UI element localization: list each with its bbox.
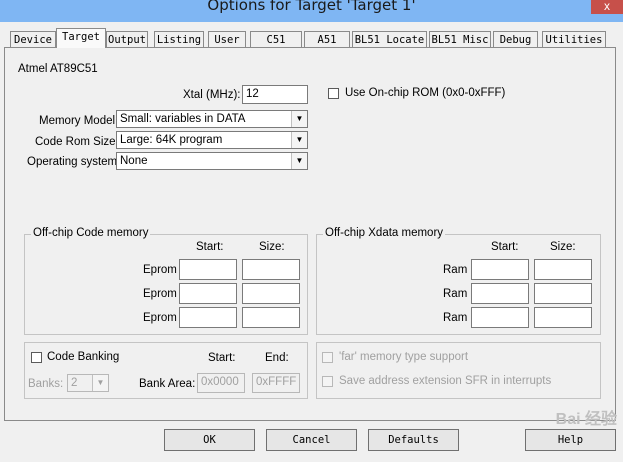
code-banking-checkbox[interactable] xyxy=(31,352,42,363)
eprom-start-2[interactable] xyxy=(179,283,237,304)
eprom-start-3[interactable] xyxy=(179,307,237,328)
baidu-watermark: Bai 经验 xyxy=(555,411,617,428)
code-memory-legend: Off-chip Code memory xyxy=(31,227,151,239)
code-size-header: Size: xyxy=(259,241,285,253)
ram-start-3[interactable] xyxy=(471,307,529,328)
memory-model-value: Small: variables in DATA xyxy=(120,113,246,125)
onchip-rom-checkbox[interactable] xyxy=(328,88,339,99)
eprom-start-1[interactable] xyxy=(179,259,237,280)
banks-select[interactable]: 2 ▼ xyxy=(67,374,109,392)
memory-model-label: Memory Model: xyxy=(39,115,119,127)
banks-value: 2 xyxy=(71,377,78,389)
help-button[interactable]: Help xyxy=(525,429,616,451)
code-rom-select[interactable]: Large: 64K program ▼ xyxy=(116,131,308,149)
eprom-label-3: Eprom xyxy=(143,312,177,324)
tab-strip: Device Target Output Listing User C51 A5… xyxy=(0,28,623,48)
bank-area-label: Bank Area: xyxy=(139,378,196,390)
tab-utilities[interactable]: Utilities xyxy=(542,31,606,47)
eprom-label-2: Eprom xyxy=(143,288,177,300)
close-button[interactable]: x xyxy=(591,0,623,14)
window-title: Options for Target 'Target 1' xyxy=(207,0,416,14)
xtal-label: Xtal (MHz): xyxy=(183,89,241,101)
ok-button[interactable]: OK xyxy=(164,429,255,451)
banks-label: Banks: xyxy=(28,378,64,390)
memory-model-select[interactable]: Small: variables in DATA ▼ xyxy=(116,110,308,128)
bank-start-input[interactable]: 0x0000 xyxy=(197,373,245,393)
title-bar: Options for Target 'Target 1' x xyxy=(0,0,623,22)
code-rom-label: Code Rom Size: xyxy=(35,136,119,148)
bank-end-input[interactable]: 0xFFFF xyxy=(252,373,300,393)
tab-bl51-misc[interactable]: BL51 Misc xyxy=(429,31,491,47)
ram-size-2[interactable] xyxy=(534,283,592,304)
eprom-size-3[interactable] xyxy=(242,307,300,328)
ram-start-1[interactable] xyxy=(471,259,529,280)
xdata-size-header: Size: xyxy=(550,241,576,253)
ram-label-2: Ram xyxy=(443,288,468,300)
tab-a51[interactable]: A51 xyxy=(304,31,350,47)
far-memory-checkbox[interactable] xyxy=(322,352,333,363)
ram-label-1: Ram xyxy=(443,264,468,276)
code-banking-label: Code Banking xyxy=(47,351,120,363)
chevron-down-icon[interactable]: ▼ xyxy=(291,132,307,148)
eprom-size-2[interactable] xyxy=(242,283,300,304)
save-sfr-checkbox[interactable] xyxy=(322,376,333,387)
os-value: None xyxy=(120,155,148,167)
tab-listing[interactable]: Listing xyxy=(154,31,204,47)
tab-target[interactable]: Target xyxy=(56,28,106,48)
device-name: Atmel AT89C51 xyxy=(18,63,98,75)
ram-size-1[interactable] xyxy=(534,259,592,280)
defaults-button[interactable]: Defaults xyxy=(368,429,459,451)
bank-start-header: Start: xyxy=(208,352,236,364)
code-rom-value: Large: 64K program xyxy=(120,134,223,146)
bank-end-header: End: xyxy=(265,352,289,364)
tab-user[interactable]: User xyxy=(208,31,246,47)
tab-c51[interactable]: C51 xyxy=(250,31,302,47)
xtal-input[interactable]: 12 xyxy=(242,85,308,104)
chevron-down-icon[interactable]: ▼ xyxy=(92,375,108,391)
tab-debug[interactable]: Debug xyxy=(493,31,538,47)
cancel-button[interactable]: Cancel xyxy=(266,429,357,451)
eprom-size-1[interactable] xyxy=(242,259,300,280)
code-start-header: Start: xyxy=(196,241,224,253)
eprom-label-1: Eprom xyxy=(143,264,177,276)
ram-start-2[interactable] xyxy=(471,283,529,304)
chevron-down-icon[interactable]: ▼ xyxy=(291,111,307,127)
far-memory-label: 'far' memory type support xyxy=(339,351,469,363)
tab-bl51-locate[interactable]: BL51 Locate xyxy=(352,31,427,47)
ram-size-3[interactable] xyxy=(534,307,592,328)
tab-output[interactable]: Output xyxy=(106,31,148,47)
tab-device[interactable]: Device xyxy=(10,31,56,47)
os-label: Operating system: xyxy=(27,156,121,168)
os-select[interactable]: None ▼ xyxy=(116,152,308,170)
onchip-rom-label: Use On-chip ROM (0x0-0xFFF) xyxy=(345,87,506,99)
xdata-start-header: Start: xyxy=(491,241,519,253)
ram-label-3: Ram xyxy=(443,312,468,324)
save-sfr-label: Save address extension SFR in interrupts xyxy=(339,375,552,387)
chevron-down-icon[interactable]: ▼ xyxy=(291,153,307,169)
xdata-memory-legend: Off-chip Xdata memory xyxy=(323,227,446,239)
